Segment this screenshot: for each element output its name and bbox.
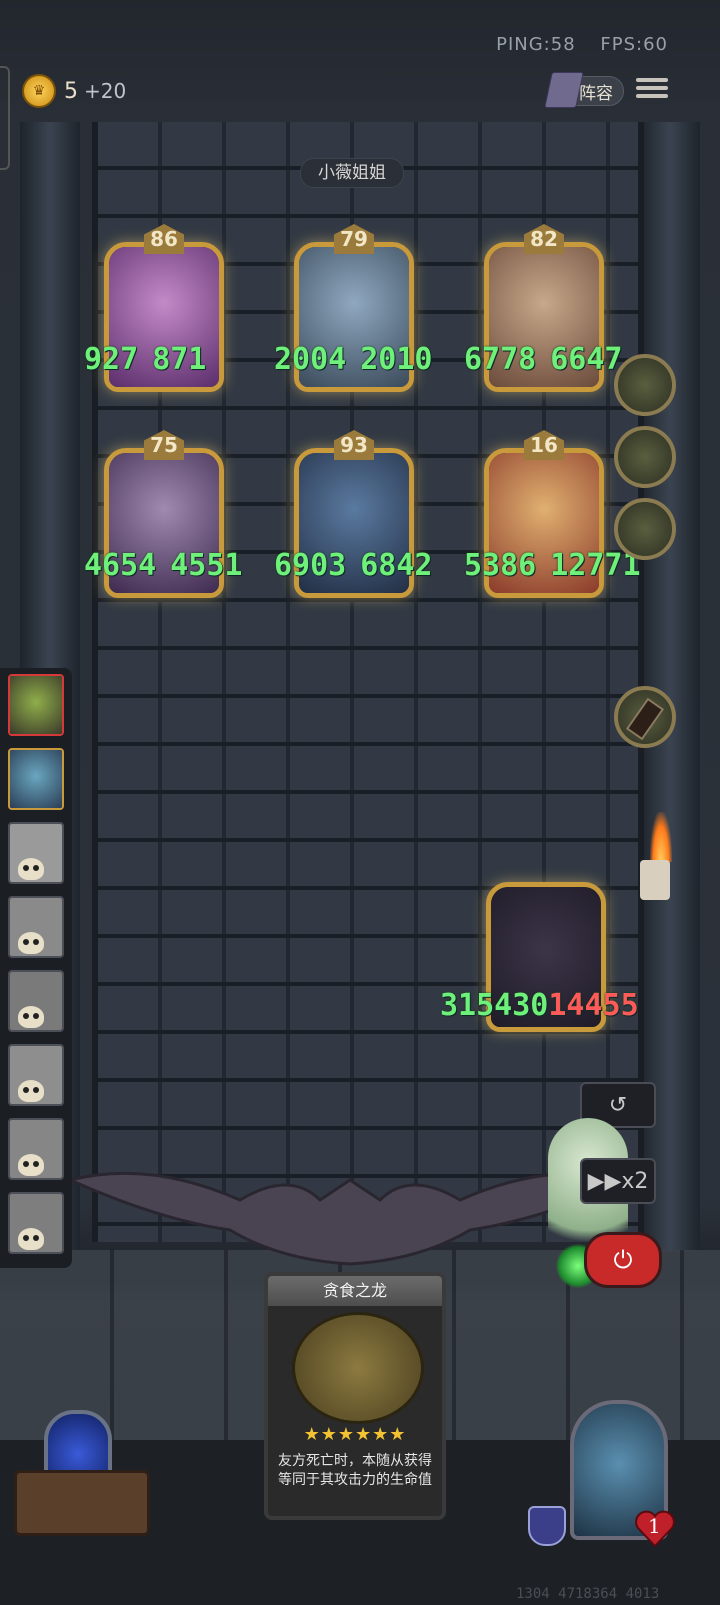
shop-portal[interactable] [14,1410,150,1536]
skill-card-title: 贪食之龙 [268,1276,442,1306]
player-unit-attack: 315430 [440,988,549,1023]
queue-slot-5[interactable] [8,970,64,1032]
relic-button-cash[interactable] [614,426,676,488]
avatar-2 [10,750,62,808]
enemy-unit-health: 2010 [360,342,433,377]
skull-icon [18,1154,44,1176]
enemy-unit-stats: 6903 6842 [274,548,433,583]
queue-slot-8[interactable] [8,1192,64,1254]
coffin-icon [625,697,665,741]
enemy-unit-health: 6842 [360,548,433,583]
enemy-unit-attack: 6903 [274,548,347,583]
gold-bonus: +20 [84,79,127,103]
lineup-label: 阵容 [579,83,613,104]
footer-numbers: 1304 4718364 4013 [516,1586,660,1602]
speed-label: x2 [621,1168,649,1194]
enemy-unit-attack: 4654 [84,548,157,583]
enemy-unit-stats: 2004 2010 [274,342,433,377]
skull-icon [18,1228,44,1250]
enemy-unit-health: 6647 [550,342,623,377]
player-unit-health: 14455 [548,988,639,1023]
enemy-unit-attack: 927 [84,342,139,377]
greedy-dragon-portrait [292,1312,424,1424]
opponent-queue [0,668,72,1268]
queue-slot-2[interactable] [8,748,64,810]
enemy-unit-stats: 4654 4551 [84,548,243,583]
star-rating: ★★★★★★ [303,1424,407,1445]
player-unit-stats: 31543014455 [440,988,639,1023]
skill-card[interactable]: 贪食之龙 ★★★★★★ 友方死亡时，本随从获得等同于其攻击力的生命值 [264,1272,446,1520]
enemy-unit-health: 871 [152,342,207,377]
enemy-unit-attack: 5386 [464,548,537,583]
portal-chest-icon [14,1470,150,1536]
lives-count: 1 [648,1514,661,1538]
enemy-unit-attack: 6778 [464,342,537,377]
side-drawer-tab[interactable] [0,66,10,170]
enemy-unit-stats: 5386 12771 [464,548,641,583]
relic-button-voodoo[interactable] [614,354,676,416]
skill-card-description: 友方死亡时，本随从获得等同于其攻击力的生命值 [278,1453,432,1488]
menu-button[interactable] [636,74,668,104]
goblin-avatar [10,676,62,734]
relic-button-knight[interactable] [614,498,676,560]
enemy-unit-stats: 6778 6647 [464,342,623,377]
gold-counter: ♛ 5 +20 [22,74,126,108]
speed-button[interactable]: ▶▶ x2 [580,1158,656,1204]
opponent-name: 小薇姐姐 [300,158,404,188]
queue-slot-7[interactable] [8,1118,64,1180]
fps-readout: FPS:60 [600,34,668,55]
queue-slot-active[interactable] [8,674,64,736]
skull-icon [18,1006,44,1028]
queue-slot-3[interactable] [8,822,64,884]
gold-amount: 5 [64,78,78,104]
enemy-unit-attack: 2004 [274,342,347,377]
skull-icon [18,858,44,880]
skull-icon [18,932,44,954]
candle-icon [640,860,670,900]
bat-ornament-icon [70,1171,630,1266]
coffin-button[interactable] [614,686,676,748]
queue-slot-6[interactable] [8,1044,64,1106]
enemy-unit-health: 4551 [170,548,243,583]
queue-slot-4[interactable] [8,896,64,958]
ping-readout: PING:58 [496,34,576,55]
network-stats: PING:58 FPS:60 [478,34,668,55]
power-button[interactable]: ⏻ [584,1232,662,1288]
undo-icon: ↺ [608,1092,628,1118]
power-icon: ⏻ [613,1246,633,1274]
skull-icon [18,1080,44,1102]
torch-flame-icon [650,812,672,862]
armor-shield-icon [528,1506,566,1546]
fast-forward-icon: ▶▶ [587,1168,622,1194]
enemy-unit-stats: 927 871 [84,342,206,377]
lives-heart: 1 [634,1508,676,1548]
crown-coin-icon: ♛ [22,74,56,108]
